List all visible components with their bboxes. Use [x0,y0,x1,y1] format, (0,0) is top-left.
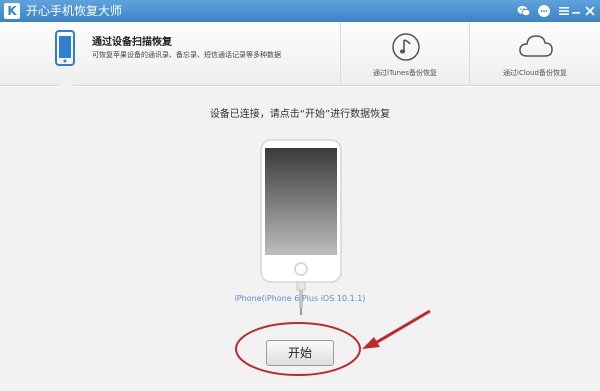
connection-status-text: 设备已连接，请点击“开始”进行数据恢复 [209,109,391,120]
title-bar: K 开心手机恢复大师 [0,0,600,22]
annotation-arrow-icon [360,309,432,355]
app-title: 开心手机恢复大师 [26,4,123,18]
main-panel: 设备已连接，请点击“开始”进行数据恢复 iPhone(iPhone 6 Plus… [0,87,600,391]
cloud-icon [518,32,554,64]
tab-itunes-label: 通过iTunes备份恢复 [373,69,437,77]
app-logo-letter: K [7,4,17,18]
music-note-icon [391,32,421,66]
app-logo: K [4,3,20,19]
device-name-label: iPhone(iPhone 6 Plus iOS 10.1.1) [234,294,366,303]
start-button[interactable]: 开始 [266,340,334,366]
active-tab-indicator [58,79,74,87]
close-icon[interactable] [582,3,598,19]
wechat-icon[interactable] [516,3,532,19]
tab-icloud-label: 通过iCloud备份恢复 [503,69,567,77]
tab-device-scan-desc: 可恢复苹果设备的通讯录、备忘录、短信通话记录等多种数据 [92,51,281,59]
phone-icon [54,30,76,70]
tab-itunes-backup[interactable]: 通过iTunes备份恢复 [340,22,469,86]
chat-icon[interactable] [536,3,552,19]
mode-tabs: 通过设备扫描恢复 可恢复苹果设备的通讯录、备忘录、短信通话记录等多种数据 通过i… [0,22,600,87]
tab-device-scan-title: 通过设备扫描恢复 [92,37,172,48]
tab-device-scan[interactable]: 通过设备扫描恢复 可恢复苹果设备的通讯录、备忘录、短信通话记录等多种数据 [0,22,340,87]
device-illustration [260,139,342,315]
tab-icloud-backup[interactable]: 通过iCloud备份恢复 [469,22,600,86]
